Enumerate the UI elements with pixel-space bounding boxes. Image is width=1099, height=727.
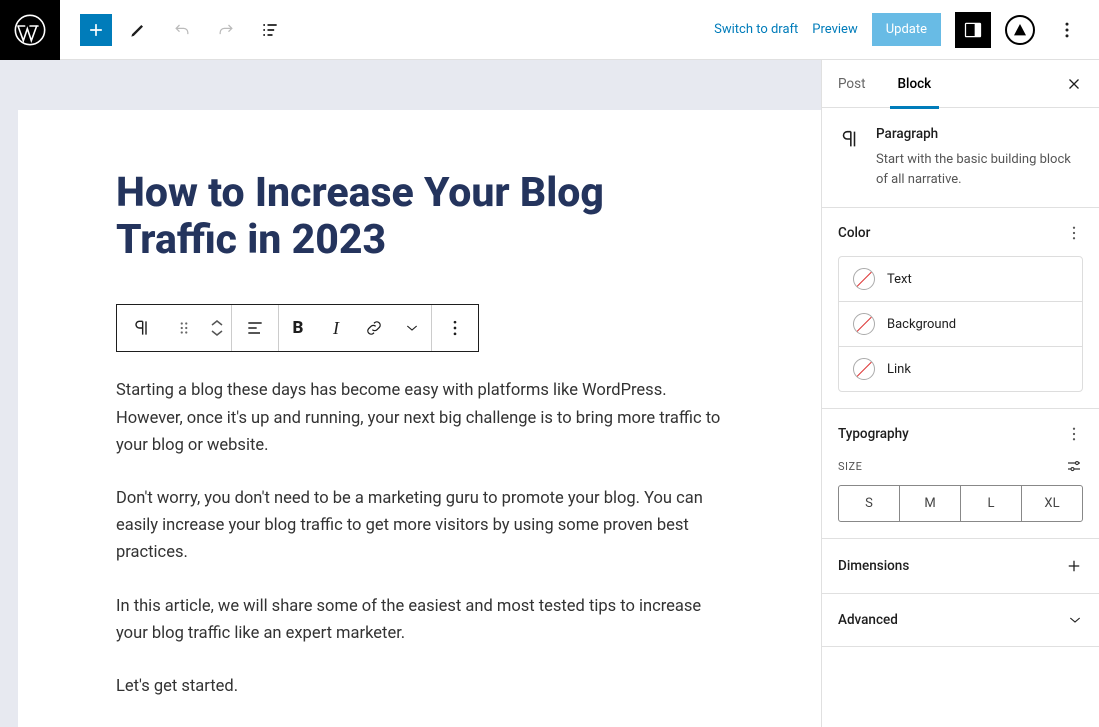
- typography-panel-menu[interactable]: [1065, 425, 1083, 443]
- kebab-icon: [445, 318, 465, 338]
- sliders-icon: [1065, 457, 1083, 475]
- switch-to-draft-link[interactable]: Switch to draft: [714, 22, 798, 37]
- size-xl[interactable]: XL: [1022, 486, 1082, 521]
- paragraph-block[interactable]: Don't worry, you don't need to be a mark…: [116, 485, 723, 567]
- tab-post[interactable]: Post: [838, 60, 880, 108]
- paragraph-icon: [838, 128, 860, 150]
- settings-sidebar: Post Block Paragraph Start with the basi…: [821, 60, 1099, 727]
- color-text-row[interactable]: Text: [839, 257, 1082, 302]
- link-button[interactable]: [355, 305, 393, 351]
- italic-button[interactable]: I: [317, 305, 355, 351]
- align-button[interactable]: [232, 305, 278, 351]
- color-panel-title: Color: [838, 225, 870, 241]
- undo-button[interactable]: [164, 12, 200, 48]
- plus-icon: [86, 20, 106, 40]
- align-left-icon: [245, 318, 265, 338]
- swatch-icon: [853, 268, 875, 290]
- typography-panel: Typography SIZE S M L XL: [822, 409, 1099, 539]
- kebab-icon: [1065, 425, 1083, 443]
- kebab-icon: [1065, 224, 1083, 242]
- chevron-down-icon: [1067, 612, 1083, 628]
- dimensions-panel[interactable]: Dimensions: [822, 539, 1099, 594]
- color-panel: Color Text Background Link: [822, 208, 1099, 409]
- block-description: Start with the basic building block of a…: [876, 150, 1083, 189]
- color-link-row[interactable]: Link: [839, 347, 1082, 391]
- color-panel-menu[interactable]: [1065, 224, 1083, 242]
- paragraph-icon: [131, 318, 151, 338]
- move-down-button[interactable]: [211, 328, 223, 338]
- triangle-icon: [1012, 22, 1028, 38]
- swatch-icon: [853, 313, 875, 335]
- paragraph-block[interactable]: Let's get started.: [116, 673, 723, 700]
- wordpress-icon: [14, 14, 46, 46]
- third-party-icon[interactable]: [1005, 15, 1035, 45]
- advanced-panel[interactable]: Advanced: [822, 594, 1099, 647]
- drag-icon: [175, 319, 193, 337]
- post-title[interactable]: How to Increase Your Blog Traffic in 202…: [116, 170, 723, 264]
- typography-panel-title: Typography: [838, 426, 909, 442]
- block-name: Paragraph: [876, 126, 1083, 142]
- link-icon: [364, 318, 384, 338]
- main-area: How to Increase Your Blog Traffic in 202…: [0, 60, 1099, 727]
- chevron-down-icon: [211, 328, 223, 338]
- plus-icon: [1065, 557, 1083, 575]
- chevron-up-icon: [211, 318, 223, 328]
- options-button[interactable]: [1049, 12, 1085, 48]
- block-info-panel: Paragraph Start with the basic building …: [822, 108, 1099, 208]
- color-label: Link: [887, 362, 911, 377]
- size-label: SIZE: [838, 460, 862, 473]
- size-s[interactable]: S: [839, 486, 900, 521]
- paragraph-block[interactable]: In this article, we will share some of t…: [116, 593, 723, 647]
- close-icon: [1065, 75, 1083, 93]
- tools-button[interactable]: [120, 12, 156, 48]
- toolbar-right: Switch to draft Preview Update: [714, 12, 1099, 48]
- kebab-icon: [1057, 20, 1077, 40]
- settings-sidebar-toggle[interactable]: [955, 12, 991, 48]
- size-l[interactable]: L: [961, 486, 1022, 521]
- pencil-icon: [128, 20, 148, 40]
- drag-handle[interactable]: [165, 305, 203, 351]
- move-up-button[interactable]: [211, 318, 223, 328]
- list-view-icon: [260, 20, 280, 40]
- dimensions-title: Dimensions: [838, 558, 909, 574]
- color-background-row[interactable]: Background: [839, 302, 1082, 347]
- color-options-list: Text Background Link: [838, 256, 1083, 392]
- redo-icon: [216, 20, 236, 40]
- redo-button[interactable]: [208, 12, 244, 48]
- size-settings-button[interactable]: [1065, 457, 1083, 475]
- editor-content: How to Increase Your Blog Traffic in 202…: [18, 110, 821, 727]
- paragraph-block[interactable]: Starting a blog these days has become ea…: [116, 377, 723, 459]
- chevron-down-icon: [404, 320, 420, 336]
- size-m[interactable]: M: [900, 486, 961, 521]
- block-toolbar: B I: [116, 304, 479, 352]
- editor-canvas: How to Increase Your Blog Traffic in 202…: [0, 60, 821, 727]
- bold-icon: B: [293, 318, 304, 338]
- advanced-title: Advanced: [838, 612, 898, 628]
- block-options-button[interactable]: [432, 305, 478, 351]
- size-options: S M L XL: [838, 485, 1083, 522]
- sidebar-icon: [963, 20, 983, 40]
- tab-block[interactable]: Block: [898, 60, 946, 108]
- top-toolbar: Switch to draft Preview Update: [0, 0, 1099, 60]
- block-type-icon: [838, 126, 862, 189]
- color-label: Background: [887, 317, 956, 332]
- wordpress-logo[interactable]: [0, 0, 60, 60]
- preview-link[interactable]: Preview: [812, 22, 857, 37]
- sidebar-tabs: Post Block: [822, 60, 1099, 108]
- more-rich-text-button[interactable]: [393, 305, 431, 351]
- update-button[interactable]: Update: [872, 13, 941, 46]
- document-overview-button[interactable]: [252, 12, 288, 48]
- color-label: Text: [887, 272, 912, 287]
- undo-icon: [172, 20, 192, 40]
- toolbar-left: [60, 12, 288, 48]
- block-type-button[interactable]: [117, 305, 165, 351]
- close-sidebar-button[interactable]: [1065, 75, 1083, 93]
- swatch-icon: [853, 358, 875, 380]
- add-block-button[interactable]: [80, 14, 112, 46]
- bold-button[interactable]: B: [279, 305, 317, 351]
- italic-icon: I: [333, 318, 339, 339]
- move-buttons: [203, 318, 231, 338]
